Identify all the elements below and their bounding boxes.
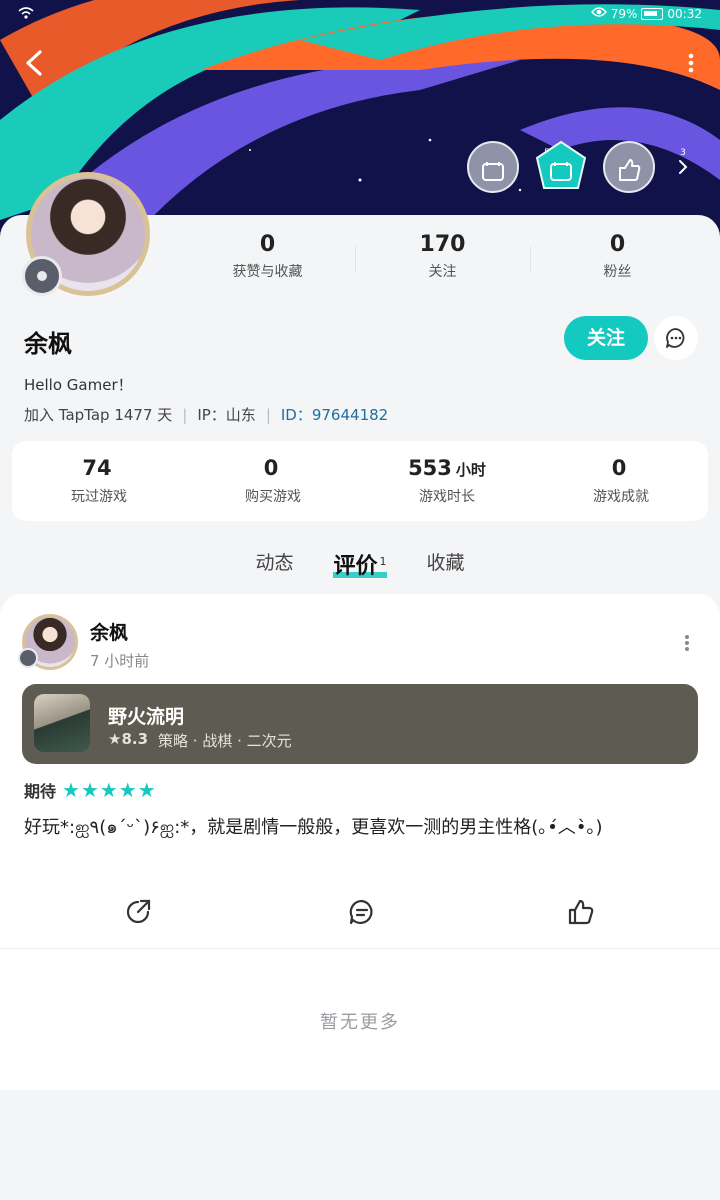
review-actions [0,894,720,934]
stat-value: 74 [82,456,112,480]
profile-tabs: 动态 评价 1 收藏 [0,548,720,580]
stat-label: 游戏成就 [593,489,649,505]
stat-label: 玩过游戏 [71,489,127,505]
stat-likes[interactable]: 0 获赞与收藏 [180,232,355,281]
game-stats-card: 74 玩过游戏 0 购买游戏 553 小时 游戏时长 0 游戏成就 [12,441,708,521]
vinyl-disc-icon [18,648,38,668]
thumbs-up-badge-icon [603,141,655,193]
tab-count: 1 [379,554,387,568]
stat-achievements[interactable]: 0 游戏成就 [534,456,708,506]
stat-followers[interactable]: 0 粉丝 [530,232,705,281]
review-author-name[interactable]: 余枫 [90,618,128,645]
stat-play-time[interactable]: 553 小时 游戏时长 [360,456,534,506]
eye-icon [590,6,607,21]
badge-checkin-days[interactable]: 30 [534,140,621,194]
review-body[interactable]: 好玩*:ஐ٩(๑´ᵕ`)۶ஐ:*，就是剧情一般般，更喜欢一测的男主性格(｡•́︿… [24,810,696,846]
game-tags: 策略 · 战棋 · 二次元 [158,732,292,750]
rating-label: 期待 [24,782,57,801]
more-vertical-icon[interactable] [684,634,690,652]
stat-value: 0 [259,232,276,257]
follow-button[interactable]: 关注 [564,316,648,360]
meta-separator: | [265,405,271,424]
more-vertical-icon [688,53,694,73]
stat-purchased-games[interactable]: 0 购买游戏 [186,456,360,506]
stat-label: 购买游戏 [245,489,301,505]
no-more-text: 暂无更多 [320,1012,400,1033]
divider [0,948,720,949]
game-meta: ★8.3 策略 · 战棋 · 二次元 [108,730,292,751]
battery-icon [641,7,664,20]
user-avatar[interactable] [18,172,154,302]
stat-following[interactable]: 170 关注 [355,232,530,281]
stat-played-games[interactable]: 74 玩过游戏 [12,456,186,506]
game-name: 野火流明 [108,706,185,728]
user-id[interactable]: ID：97644182 [281,404,388,425]
profile-bio: Hello Gamer！ [24,376,133,394]
chat-bubble-icon [666,328,685,348]
ip-location: IP：山东 [197,406,256,424]
review-timestamp: 7 小时前 [90,652,150,670]
review-rating: 期待 ★★★★★ [24,778,157,802]
game-score: ★8.3 [108,730,149,748]
controller-badge-icon [535,140,587,189]
message-button[interactable] [654,316,698,360]
vinyl-disc-icon [22,256,62,296]
stat-label: 关注 [428,264,457,280]
stat-value: 170 [419,232,466,257]
tab-favorites[interactable]: 收藏 [427,548,465,580]
tab-reviews[interactable]: 评价 1 [333,548,387,580]
stat-value: 0 [263,456,279,480]
back-button[interactable] [20,46,50,80]
stat-label: 游戏时长 [419,489,475,505]
controller-badge-icon [467,141,519,193]
review-author-avatar[interactable] [18,614,78,670]
profile-username: 余枫 [24,330,72,358]
stat-value: 0 [609,232,626,257]
clock: 00:32 [667,6,702,21]
chevron-right-icon[interactable] [674,157,692,177]
badge-played-days[interactable]: 5 [466,140,550,194]
share-icon[interactable] [124,898,152,926]
achievement-badges[interactable]: 5 30 3 [466,140,692,194]
meta-separator: | [182,405,188,424]
battery-percent: 79% [610,6,638,21]
badge-count: 3 [680,148,686,158]
join-days: 加入 TapTap 1477 天 [24,406,173,424]
tab-posts[interactable]: 动态 [255,548,293,580]
stat-value: 0 [611,456,627,480]
wifi-icon [18,6,34,23]
comment-icon[interactable] [348,898,376,926]
social-stats: 0 获赞与收藏 170 关注 0 粉丝 [180,232,705,281]
more-options-button[interactable] [686,52,696,74]
star-rating: ★★★★★ [62,778,157,802]
status-bar: 79% 00:32 [0,4,720,26]
chevron-left-icon [26,50,42,76]
review-card: 余枫 7 小时前 野火流明 ★8.3 策略 · 战棋 · 二次元 期待 ★★★★… [0,594,720,1090]
game-icon [34,694,90,752]
profile-meta: 加入 TapTap 1477 天 | IP：山东 | ID：97644182 [24,404,388,425]
badge-likes[interactable]: 3 [602,140,686,194]
reviewed-game-card[interactable]: 野火流明 ★8.3 策略 · 战棋 · 二次元 [22,684,698,764]
stat-label: 获赞与收藏 [232,264,303,280]
thumbs-up-icon[interactable] [566,898,594,926]
stat-value: 553 小时 [408,456,486,480]
stat-label: 粉丝 [603,264,632,280]
